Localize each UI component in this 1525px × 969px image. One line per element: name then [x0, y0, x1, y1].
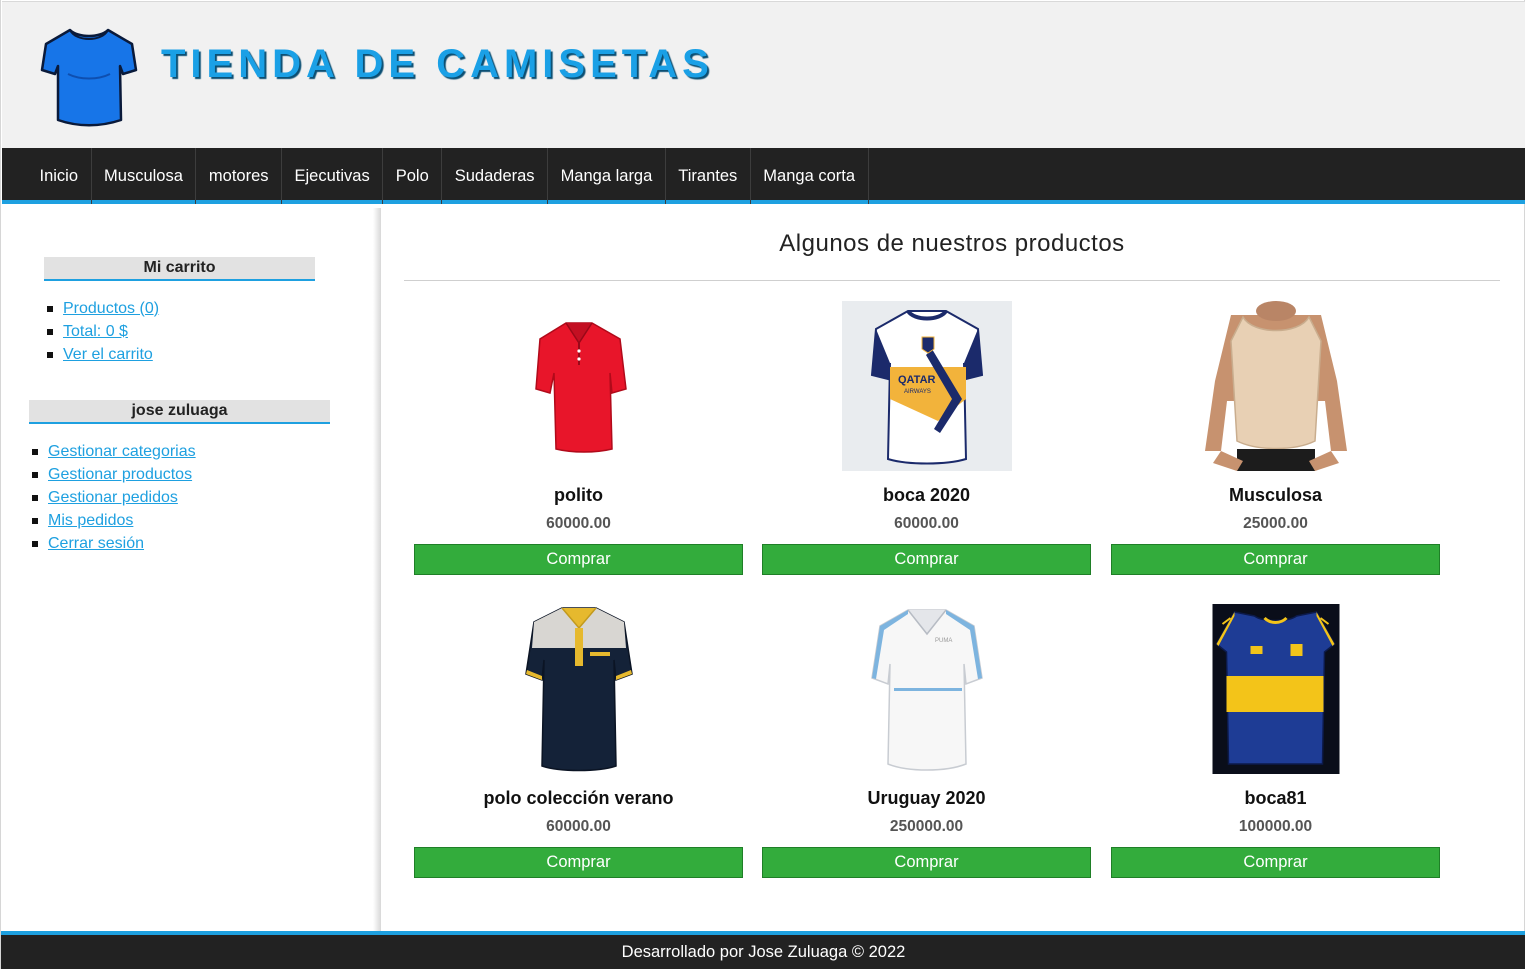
buy-button[interactable]: Comprar — [762, 847, 1091, 878]
product-name[interactable]: polito — [414, 485, 743, 506]
svg-text:PUMA: PUMA — [935, 638, 952, 644]
page: TIENDA DE CAMISETAS Inicio Musculosa mot… — [0, 0, 1525, 969]
uruguay-jersey-icon: PUMA — [870, 609, 983, 771]
sidebar-divider — [373, 208, 381, 931]
manage-categories-link[interactable]: Gestionar categorias — [48, 443, 196, 461]
nav-item-manga-larga[interactable]: Manga larga — [548, 148, 666, 204]
nav-item-musculosa[interactable]: Musculosa — [92, 148, 197, 204]
boca-2020-jersey-icon: QATAR AIRWAYS — [870, 309, 983, 465]
list-item: Cerrar sesión — [32, 532, 196, 555]
nav-item-tirantes[interactable]: Tirantes — [666, 148, 751, 204]
list-item: Mis pedidos — [32, 509, 196, 532]
list-item: Gestionar categorias — [32, 440, 196, 463]
list-item: Productos (0) — [47, 297, 159, 320]
manage-products-link[interactable]: Gestionar productos — [48, 466, 192, 484]
cart-products-link[interactable]: Productos (0) — [63, 300, 159, 318]
product-card: PUMA Uruguay 2020 250000.00 Comprar — [762, 604, 1091, 894]
nav-item-motores[interactable]: motores — [196, 148, 283, 204]
product-name[interactable]: Uruguay 2020 — [762, 788, 1091, 809]
product-price: 60000.00 — [546, 818, 611, 835]
view-cart-link[interactable]: Ver el carrito — [63, 346, 153, 364]
cart-box-title: Mi carrito — [44, 257, 315, 281]
bullet-icon — [32, 471, 38, 478]
site-footer: Desarrollado por Jose Zuluaga © 2022 — [1, 931, 1525, 969]
beige-tank-top-icon — [1204, 301, 1347, 471]
product-name[interactable]: boca 2020 — [762, 485, 1091, 506]
boca81-jersey-icon — [1215, 611, 1335, 765]
sidebar: Mi carrito Productos (0) Total: 0 $ Ver … — [2, 208, 377, 931]
product-image[interactable] — [1191, 301, 1361, 471]
buy-button[interactable]: Comprar — [1111, 544, 1440, 575]
product-image[interactable]: QATAR AIRWAYS — [841, 301, 1012, 471]
product-name[interactable]: Musculosa — [1111, 485, 1440, 506]
my-orders-link[interactable]: Mis pedidos — [48, 512, 133, 530]
product-price: 60000.00 — [894, 515, 959, 532]
main-nav: Inicio Musculosa motores Ejecutivas Polo… — [2, 148, 1525, 204]
tshirt-icon[interactable] — [40, 24, 138, 128]
bullet-icon — [32, 517, 38, 524]
product-image[interactable] — [494, 301, 664, 471]
bullet-icon — [32, 540, 38, 547]
buy-button[interactable]: Comprar — [1111, 847, 1440, 878]
cart-links: Productos (0) Total: 0 $ Ver el carrito — [47, 297, 159, 366]
user-links: Gestionar categorias Gestionar productos… — [32, 440, 196, 555]
product-name[interactable]: boca81 — [1111, 788, 1440, 809]
navy-white-polo-icon — [524, 607, 633, 772]
bullet-icon — [47, 351, 53, 358]
list-item: Gestionar productos — [32, 463, 196, 486]
user-box-title: jose zuluaga — [29, 400, 330, 424]
product-image[interactable]: PUMA — [842, 604, 1012, 774]
nav-item-ejecutivas[interactable]: Ejecutivas — [282, 148, 384, 204]
manage-orders-link[interactable]: Gestionar pedidos — [48, 489, 178, 507]
svg-text:AIRWAYS: AIRWAYS — [904, 389, 931, 395]
bullet-icon — [47, 305, 53, 312]
nav-item-manga-corta[interactable]: Manga corta — [751, 148, 869, 204]
bullet-icon — [32, 448, 38, 455]
product-card: polo colección verano 60000.00 Comprar — [414, 604, 743, 894]
list-item: Gestionar pedidos — [32, 486, 196, 509]
buy-button[interactable]: Comprar — [762, 544, 1091, 575]
list-item: Total: 0 $ — [47, 320, 159, 343]
bullet-icon — [47, 328, 53, 335]
product-price: 60000.00 — [546, 515, 611, 532]
buy-button[interactable]: Comprar — [414, 544, 743, 575]
product-card: QATAR AIRWAYS boca 2020 60000.00 Comprar — [762, 301, 1091, 591]
product-card: Musculosa 25000.00 Comprar — [1111, 301, 1440, 591]
nav-item-polo[interactable]: Polo — [383, 148, 443, 204]
site-header: TIENDA DE CAMISETAS — [2, 1, 1525, 148]
product-name[interactable]: polo colección verano — [414, 788, 743, 809]
product-price: 25000.00 — [1243, 515, 1308, 532]
buy-button[interactable]: Comprar — [414, 847, 743, 878]
product-price: 100000.00 — [1238, 818, 1313, 835]
divider — [404, 280, 1500, 281]
list-item: Ver el carrito — [47, 343, 159, 366]
page-title: Algunos de nuestros productos — [779, 230, 1125, 257]
nav-item-sudaderas[interactable]: Sudaderas — [442, 148, 549, 204]
product-image[interactable] — [494, 604, 664, 774]
product-price: 250000.00 — [889, 818, 964, 835]
cart-total-link[interactable]: Total: 0 $ — [63, 323, 128, 341]
red-polo-shirt-icon — [534, 322, 627, 453]
site-title[interactable]: TIENDA DE CAMISETAS — [161, 42, 714, 87]
nav-item-inicio[interactable]: Inicio — [27, 148, 92, 204]
product-card: polito 60000.00 Comprar — [414, 301, 743, 591]
svg-text:QATAR: QATAR — [898, 374, 936, 386]
product-image[interactable] — [1212, 604, 1339, 774]
product-card: boca81 100000.00 Comprar — [1111, 604, 1440, 894]
bullet-icon — [32, 494, 38, 501]
logout-link[interactable]: Cerrar sesión — [48, 535, 144, 553]
